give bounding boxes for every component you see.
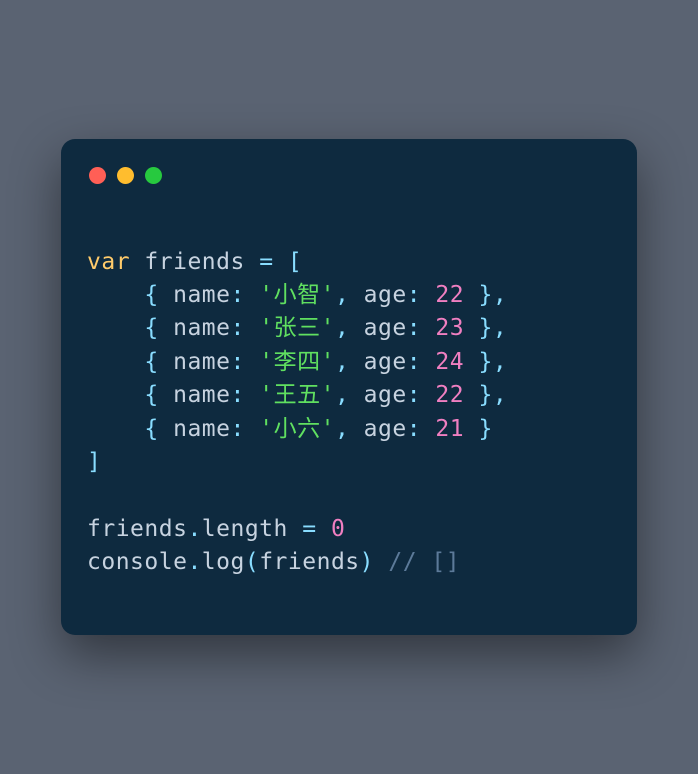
- brace-open: {: [144, 349, 158, 375]
- prop-name: name: [173, 349, 230, 375]
- colon: :: [231, 416, 245, 442]
- ident-console: console: [87, 549, 187, 575]
- string-value: 李四: [274, 349, 321, 375]
- brace-open: {: [144, 382, 158, 408]
- number-literal: 22: [435, 282, 464, 308]
- ident-log: log: [202, 549, 245, 575]
- comma: ,: [493, 282, 507, 308]
- colon: :: [231, 282, 245, 308]
- string-literal: '王五': [259, 382, 335, 408]
- comma: ,: [493, 315, 507, 341]
- string-literal: '小六': [259, 416, 335, 442]
- number-literal: 24: [435, 349, 464, 375]
- op-assign: =: [302, 516, 316, 542]
- string-literal: '李四': [259, 349, 335, 375]
- comma: ,: [335, 282, 349, 308]
- colon: :: [407, 349, 421, 375]
- keyword-var: var: [87, 249, 130, 275]
- brace-close: }: [478, 382, 492, 408]
- code-block: var friends = [ { name: '小智', age: 22 },…: [87, 246, 611, 579]
- prop-name: name: [173, 416, 230, 442]
- code-window: var friends = [ { name: '小智', age: 22 },…: [61, 139, 637, 635]
- string-literal: '小智': [259, 282, 335, 308]
- bracket-open: [: [288, 249, 302, 275]
- colon: :: [231, 315, 245, 341]
- string-value: 小智: [274, 282, 321, 308]
- colon: :: [407, 382, 421, 408]
- number-literal: 23: [435, 315, 464, 341]
- dot: .: [187, 549, 201, 575]
- colon: :: [231, 382, 245, 408]
- prop-name: name: [173, 382, 230, 408]
- string-value: 小六: [274, 416, 321, 442]
- ident-length: length: [202, 516, 288, 542]
- ident-friends: friends: [87, 516, 187, 542]
- brace-close: }: [478, 315, 492, 341]
- string-value: 王五: [274, 382, 321, 408]
- number-literal: 21: [435, 416, 464, 442]
- prop-age: age: [364, 282, 407, 308]
- colon: :: [407, 416, 421, 442]
- prop-name: name: [173, 315, 230, 341]
- ident-friends: friends: [259, 549, 359, 575]
- zoom-icon[interactable]: [145, 167, 162, 184]
- dot: .: [187, 516, 201, 542]
- colon: :: [407, 315, 421, 341]
- comment: // []: [388, 549, 460, 575]
- comma: ,: [335, 315, 349, 341]
- prop-age: age: [364, 349, 407, 375]
- colon: :: [407, 282, 421, 308]
- prop-name: name: [173, 282, 230, 308]
- number-literal: 0: [331, 516, 345, 542]
- comma: ,: [335, 382, 349, 408]
- paren-close: ): [360, 549, 374, 575]
- string-literal: '张三': [259, 315, 335, 341]
- number-literal: 22: [435, 382, 464, 408]
- prop-age: age: [364, 315, 407, 341]
- brace-close: }: [478, 349, 492, 375]
- prop-age: age: [364, 382, 407, 408]
- colon: :: [231, 349, 245, 375]
- brace-open: {: [144, 315, 158, 341]
- bracket-close: ]: [87, 449, 101, 475]
- comma: ,: [493, 382, 507, 408]
- brace-open: {: [144, 416, 158, 442]
- ident-friends: friends: [144, 249, 244, 275]
- minimize-icon[interactable]: [117, 167, 134, 184]
- comma: ,: [335, 349, 349, 375]
- close-icon[interactable]: [89, 167, 106, 184]
- comma: ,: [335, 416, 349, 442]
- window-titlebar: [87, 163, 611, 184]
- string-value: 张三: [274, 315, 321, 341]
- brace-close: }: [478, 416, 492, 442]
- comma: ,: [493, 349, 507, 375]
- paren-open: (: [245, 549, 259, 575]
- brace-open: {: [144, 282, 158, 308]
- op-assign: =: [259, 249, 273, 275]
- brace-close: }: [478, 282, 492, 308]
- prop-age: age: [364, 416, 407, 442]
